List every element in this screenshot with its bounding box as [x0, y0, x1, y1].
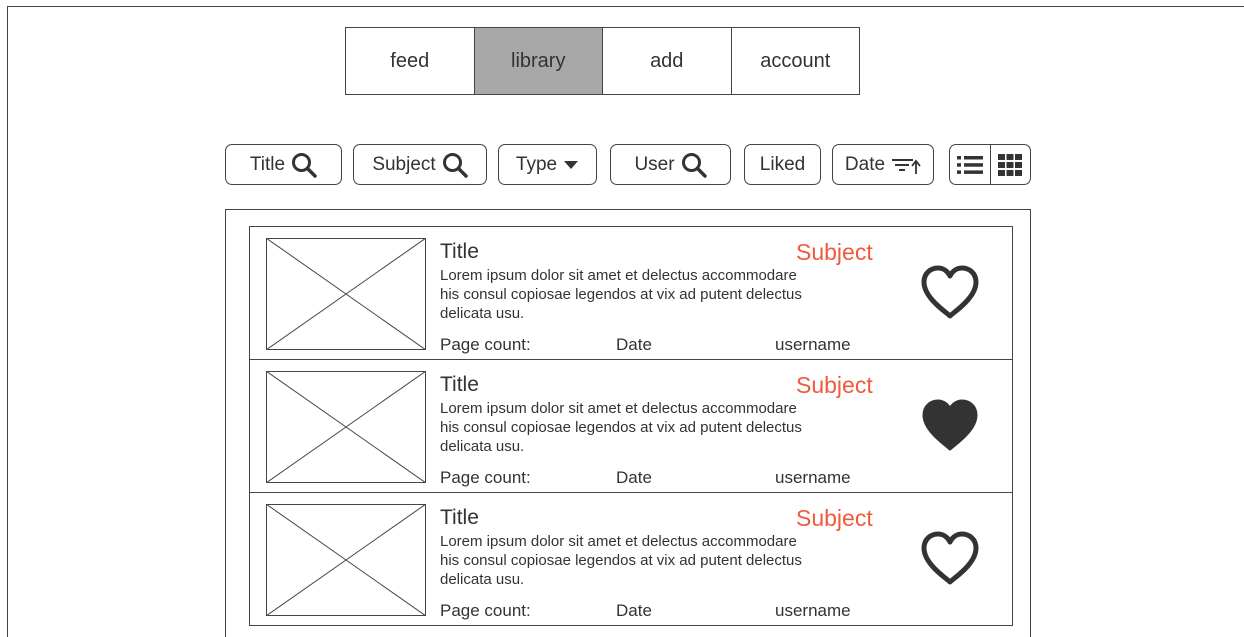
liked-filter-label: Liked — [759, 153, 806, 175]
item-title[interactable]: Title — [440, 373, 479, 397]
sort-ascending-icon — [892, 158, 921, 174]
item-date: Date — [616, 601, 652, 620]
type-dropdown[interactable]: Type — [498, 144, 597, 185]
item-description: Lorem ipsum dolor sit amet et delectus a… — [440, 533, 802, 588]
grid-view-button[interactable] — [991, 145, 1031, 184]
title-search-label: Title — [249, 153, 286, 175]
heart-filled-icon[interactable] — [920, 398, 980, 454]
subject-search-label: Subject — [372, 153, 436, 175]
item-description: Lorem ipsum dolor sit amet et delectus a… — [440, 267, 802, 322]
item-description: Lorem ipsum dolor sit amet et delectus a… — [440, 400, 802, 455]
item-date: Date — [616, 335, 652, 354]
tab-library[interactable]: library — [474, 28, 603, 94]
search-icon — [442, 152, 468, 178]
list-item[interactable]: Title Lorem ipsum dolor sit amet et dele… — [249, 226, 1013, 360]
heart-icon[interactable] — [920, 265, 980, 321]
heart-icon[interactable] — [920, 531, 980, 587]
tab-add[interactable]: add — [603, 28, 732, 94]
item-page-count: Page count: — [440, 601, 531, 620]
item-subject: Subject — [796, 505, 873, 531]
search-icon — [681, 152, 707, 178]
list-item[interactable]: Title Lorem ipsum dolor sit amet et dele… — [249, 359, 1013, 493]
user-search-label: User — [634, 153, 675, 175]
search-icon — [292, 152, 317, 178]
date-sort-label: Date — [844, 153, 886, 175]
item-title[interactable]: Title — [440, 240, 479, 264]
image-placeholder — [266, 504, 426, 616]
tab-account[interactable]: account — [732, 28, 860, 94]
item-subject: Subject — [796, 239, 873, 265]
image-placeholder — [266, 238, 426, 350]
caret-down-icon — [564, 160, 579, 169]
item-username[interactable]: username — [775, 468, 851, 488]
item-date: Date — [616, 468, 652, 487]
subject-search-button[interactable]: Subject — [353, 144, 487, 185]
item-page-count: Page count: — [440, 335, 531, 354]
liked-filter-button[interactable]: Liked — [744, 144, 821, 185]
user-search-button[interactable]: User — [610, 144, 731, 185]
item-username[interactable]: username — [775, 601, 851, 621]
image-placeholder — [266, 371, 426, 483]
item-title[interactable]: Title — [440, 506, 479, 530]
title-search-button[interactable]: Title — [225, 144, 342, 185]
item-username[interactable]: username — [775, 335, 851, 355]
grid-view-icon — [998, 153, 1023, 176]
list-item[interactable]: Title Lorem ipsum dolor sit amet et dele… — [249, 492, 1013, 626]
date-sort-button[interactable]: Date — [832, 144, 934, 185]
view-toggle — [949, 144, 1031, 185]
list-view-icon — [956, 155, 983, 174]
main-nav: feed library add account — [345, 27, 860, 95]
tab-feed[interactable]: feed — [346, 28, 475, 94]
item-page-count: Page count: — [440, 468, 531, 487]
type-dropdown-label: Type — [515, 153, 558, 175]
list-view-button[interactable] — [950, 145, 991, 184]
item-subject: Subject — [796, 372, 873, 398]
